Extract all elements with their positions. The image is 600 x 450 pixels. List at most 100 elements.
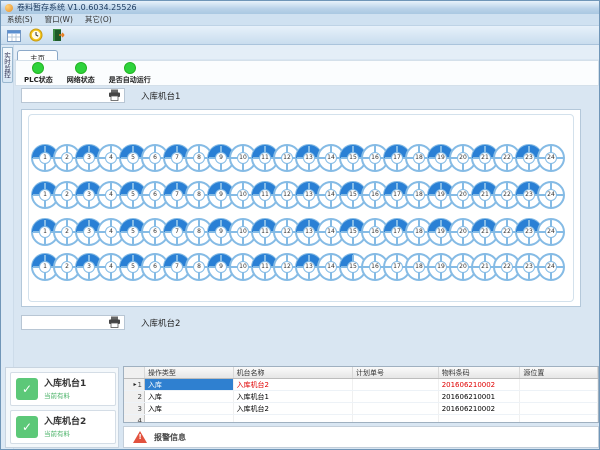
slot-number: 21 xyxy=(479,152,491,164)
printer-icon[interactable] xyxy=(108,86,121,105)
storage-slot[interactable]: 24 xyxy=(537,253,565,281)
table-row[interactable]: 4 xyxy=(124,415,598,423)
status-indicator: 网络状态 xyxy=(67,61,95,85)
slot-number: 14 xyxy=(325,261,337,273)
menu-item[interactable]: 窗口(W) xyxy=(45,14,73,25)
status-dot xyxy=(124,62,136,74)
machine-card-2[interactable]: ✓ 入库机台2 当前有料 xyxy=(10,410,116,444)
printer-icon[interactable] xyxy=(108,313,121,332)
row-header[interactable]: 2 xyxy=(124,391,145,402)
row-header[interactable]: 4 xyxy=(124,415,145,423)
table-header-cell[interactable]: 计划单号 xyxy=(353,367,439,378)
slot-number: 15 xyxy=(347,189,359,201)
storage-row: 123456789101112131415161718192021222324 xyxy=(31,218,565,246)
table-row[interactable]: ▸1入库入库机台2 201606210002 xyxy=(124,379,598,391)
table-header-cell[interactable]: 操作类型 xyxy=(145,367,234,378)
slot-number: 1 xyxy=(39,189,51,201)
table-cell[interactable] xyxy=(145,415,234,423)
slot-number: 7 xyxy=(171,261,183,273)
slot-number: 5 xyxy=(127,261,139,273)
table-cell[interactable] xyxy=(520,391,598,402)
storage-slot[interactable]: 24 xyxy=(537,181,565,209)
table-cell[interactable]: 入库 xyxy=(145,379,234,390)
title-bar[interactable]: 卷料暂存系统 V1.0.6034.25526 xyxy=(1,1,599,14)
slot-number: 8 xyxy=(193,189,205,201)
slot-number: 12 xyxy=(281,152,293,164)
table-cell[interactable]: 201606210002 xyxy=(439,403,521,414)
table-corner xyxy=(124,367,145,378)
slot-number: 20 xyxy=(457,261,469,273)
table-cell[interactable] xyxy=(520,415,598,423)
slot-number: 14 xyxy=(325,189,337,201)
slot-number: 13 xyxy=(303,261,315,273)
window-title: 卷料暂存系统 V1.0.6034.25526 xyxy=(17,2,137,13)
menu-bar: 系统(S) 窗口(W) 其它(O) xyxy=(1,14,599,26)
table-cell[interactable]: 201606210001 xyxy=(439,391,521,402)
slot-number: 4 xyxy=(105,261,117,273)
machine-card-1[interactable]: ✓ 入库机台1 当前有料 xyxy=(10,372,116,406)
slot-number: 3 xyxy=(83,261,95,273)
table-cell[interactable]: 入库 xyxy=(145,403,234,414)
slot-number: 23 xyxy=(523,189,535,201)
slot-number: 22 xyxy=(501,152,513,164)
table-cell[interactable] xyxy=(353,379,439,390)
status-indicator: 是否自动运行 xyxy=(109,61,151,85)
app-icon xyxy=(5,4,13,12)
table-row[interactable]: 2入库入库机台1 201606210001 xyxy=(124,391,598,403)
storage-row: 123456789101112131415161718192021222324 xyxy=(31,144,565,172)
warning-icon xyxy=(133,431,147,443)
slot-number: 16 xyxy=(369,189,381,201)
table-cell[interactable]: 入库机台2 xyxy=(234,403,353,414)
slot-number: 11 xyxy=(259,189,271,201)
table-cell[interactable]: 201606210002 xyxy=(439,379,521,390)
table-cell[interactable] xyxy=(234,415,353,423)
slot-number: 3 xyxy=(83,226,95,238)
table-header-row: 操作类型机台名称计划单号物料条码源位置 xyxy=(124,367,598,379)
table-cell[interactable] xyxy=(520,379,598,390)
table-cell[interactable] xyxy=(353,415,439,423)
machine-card-name: 入库机台2 xyxy=(44,417,86,428)
exit-door-icon[interactable] xyxy=(49,27,66,43)
row-header[interactable]: ▸1 xyxy=(124,379,145,390)
table-cell[interactable]: 入库机台2 xyxy=(234,379,353,390)
slot-number: 9 xyxy=(215,189,227,201)
slot-number: 18 xyxy=(413,189,425,201)
row-header[interactable]: 3 xyxy=(124,403,145,414)
calendar-icon[interactable] xyxy=(5,27,22,43)
side-panel-tab[interactable]: 实时监控 xyxy=(2,47,13,83)
clock-icon[interactable] xyxy=(27,27,44,43)
slot-number: 24 xyxy=(545,189,557,201)
table-cell[interactable]: 入库 xyxy=(145,391,234,402)
slot-number: 9 xyxy=(215,152,227,164)
section-title-machine1: 入库机台1 xyxy=(141,90,180,102)
storage-slot[interactable]: 24 xyxy=(537,144,565,172)
menu-item[interactable]: 其它(O) xyxy=(85,14,112,25)
table-cell[interactable]: 入库机台1 xyxy=(234,391,353,402)
slot-number: 7 xyxy=(171,189,183,201)
table-cell[interactable] xyxy=(353,403,439,414)
menu-item[interactable]: 系统(S) xyxy=(7,14,33,25)
table-cell[interactable] xyxy=(353,391,439,402)
slot-number: 13 xyxy=(303,226,315,238)
table-header-cell[interactable]: 机台名称 xyxy=(234,367,353,378)
table-cell[interactable] xyxy=(520,403,598,414)
slot-number: 10 xyxy=(237,152,249,164)
slot-number: 2 xyxy=(61,152,73,164)
table-cell[interactable] xyxy=(439,415,521,423)
table-header-cell[interactable]: 物料条码 xyxy=(439,367,521,378)
slot-number: 4 xyxy=(105,152,117,164)
storage-row: 123456789101112131415161718192021222324 xyxy=(31,253,565,281)
app-window: 卷料暂存系统 V1.0.6034.25526 系统(S) 窗口(W) 其它(O) xyxy=(0,0,600,450)
storage-row: 123456789101112131415161718192021222324 xyxy=(31,181,565,209)
slot-number: 17 xyxy=(391,152,403,164)
table-row[interactable]: 3入库入库机台2 201606210002 xyxy=(124,403,598,415)
slot-number: 17 xyxy=(391,226,403,238)
check-icon: ✓ xyxy=(16,378,38,400)
table-header-cell[interactable]: 源位置 xyxy=(520,367,598,378)
status-label: PLC状态 xyxy=(24,75,53,85)
slot-number: 17 xyxy=(391,189,403,201)
slot-number: 6 xyxy=(149,152,161,164)
storage-slot[interactable]: 24 xyxy=(537,218,565,246)
slot-number: 18 xyxy=(413,261,425,273)
slot-number: 3 xyxy=(83,152,95,164)
